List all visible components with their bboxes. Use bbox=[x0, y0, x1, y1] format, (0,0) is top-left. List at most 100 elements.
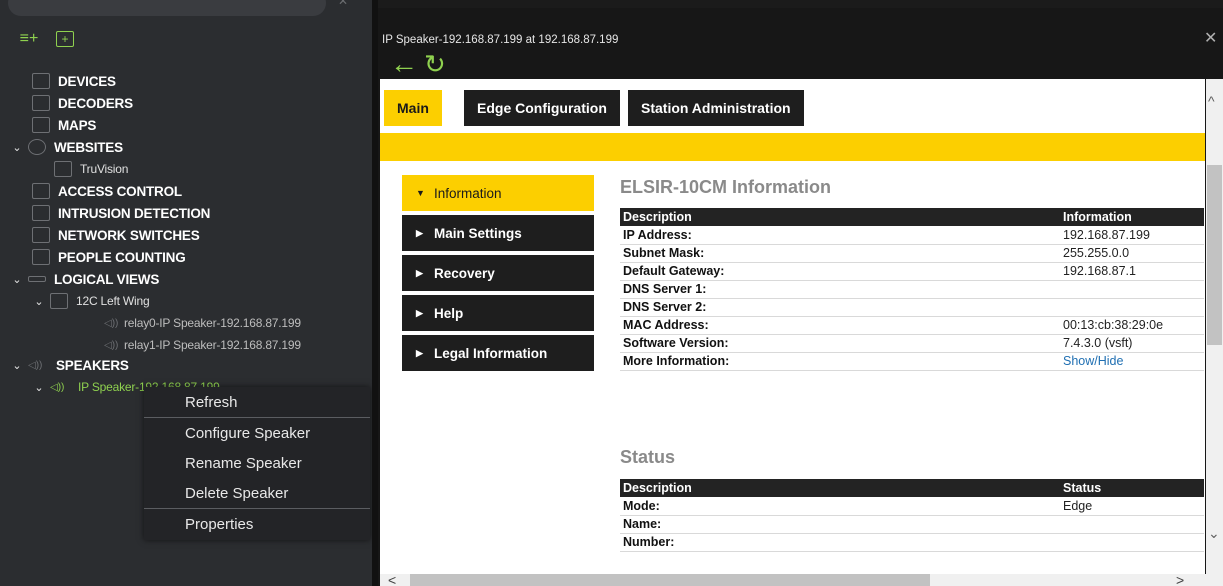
tab-main[interactable]: Main bbox=[384, 90, 442, 126]
cell-key: DNS Server 1: bbox=[620, 280, 1060, 299]
table-row: Name: bbox=[620, 515, 1204, 534]
scroll-left-icon[interactable]: < bbox=[388, 572, 396, 586]
tree-item-speakers[interactable]: ⌄ ◁)) SPEAKERS bbox=[10, 354, 128, 376]
add-folder-icon[interactable]: + bbox=[56, 31, 74, 47]
back-arrow-icon[interactable]: ← bbox=[390, 50, 418, 78]
cell-key: IP Address: bbox=[620, 226, 1060, 245]
side-item-information[interactable]: ▼ Information bbox=[402, 175, 594, 211]
refresh-icon[interactable]: ↻ bbox=[424, 50, 446, 78]
tree-item-maps[interactable]: MAPS bbox=[32, 114, 96, 136]
scroll-thumb[interactable] bbox=[1207, 165, 1222, 345]
decoders-icon bbox=[32, 95, 50, 111]
tree-item-relay0[interactable]: ◁)) relay0-IP Speaker-192.168.87.199 bbox=[104, 312, 301, 334]
cell-value: 255.255.0.0 bbox=[1060, 244, 1204, 263]
table-row: Software Version: 7.4.3.0 (vsft) bbox=[620, 334, 1204, 353]
side-item-label: Main Settings bbox=[434, 225, 522, 241]
tree-item-people-counting[interactable]: PEOPLE COUNTING bbox=[32, 246, 186, 268]
collapse-icon[interactable]: ✕ bbox=[338, 0, 348, 8]
scroll-down-icon[interactable]: ⌄ bbox=[1208, 525, 1220, 542]
header-cell: Description bbox=[620, 479, 1060, 497]
side-item-label: Help bbox=[434, 305, 464, 321]
table-row: DNS Server 1: bbox=[620, 280, 1204, 299]
tree-item-logical-views[interactable]: ⌄ LOGICAL VIEWS bbox=[10, 268, 159, 290]
cell-value: 00:13:cb:38:29:0e bbox=[1060, 316, 1204, 335]
menu-item-delete-speaker[interactable]: Delete Speaker bbox=[144, 478, 370, 508]
menu-item-rename-speaker[interactable]: Rename Speaker bbox=[144, 448, 370, 478]
table-row: Default Gateway: 192.168.87.1 bbox=[620, 262, 1204, 281]
folder-icon bbox=[50, 293, 68, 309]
speaker-web-page: Main Edge Configuration Station Administ… bbox=[380, 79, 1205, 574]
menu-item-refresh[interactable]: Refresh bbox=[144, 387, 370, 417]
tree-item-network-switches[interactable]: NETWORK SWITCHES bbox=[32, 224, 200, 246]
table-row: MAC Address: 00:13:cb:38:29:0e bbox=[620, 316, 1204, 335]
table-row: Number: bbox=[620, 533, 1204, 552]
tree-item-access-control[interactable]: ACCESS CONTROL bbox=[32, 180, 182, 202]
menu-item-configure-speaker[interactable]: Configure Speaker bbox=[144, 418, 370, 448]
side-item-label: Legal Information bbox=[434, 345, 548, 361]
tree-item-decoders[interactable]: DECODERS bbox=[32, 92, 133, 114]
tab-edge-configuration[interactable]: Edge Configuration bbox=[464, 90, 620, 126]
window-title: IP Speaker-192.168.87.199 at 192.168.87.… bbox=[382, 34, 619, 46]
table-header: Description Status bbox=[620, 479, 1204, 497]
speaker-icon: ◁)) bbox=[104, 317, 119, 329]
caret-down-icon: ▼ bbox=[416, 188, 425, 198]
device-tree-panel: ✕ ≡+ + DEVICES DECODERS MAPS ⌄ WEBSITES … bbox=[0, 0, 372, 586]
people-counting-icon bbox=[32, 249, 50, 265]
tree-item-label: PEOPLE COUNTING bbox=[58, 249, 186, 265]
chevron-down-icon[interactable]: ⌄ bbox=[10, 141, 24, 154]
header-cell: Description bbox=[620, 208, 1060, 226]
close-icon[interactable]: ✕ bbox=[1204, 28, 1217, 48]
globe-icon bbox=[28, 139, 46, 155]
table-header: Description Information bbox=[620, 208, 1204, 226]
side-item-label: Recovery bbox=[434, 265, 495, 281]
side-item-legal-information[interactable]: ▶ Legal Information bbox=[402, 335, 594, 371]
cell-value: Edge bbox=[1060, 497, 1204, 516]
tab-station-administration[interactable]: Station Administration bbox=[628, 90, 804, 126]
tree-item-12c-left-wing[interactable]: ⌄ 12C Left Wing bbox=[32, 290, 150, 312]
status-heading: Status bbox=[620, 447, 676, 467]
chevron-down-icon[interactable]: ⌄ bbox=[32, 295, 46, 308]
cell-value: 192.168.87.1 bbox=[1060, 262, 1204, 281]
add-list-icon[interactable]: ≡+ bbox=[14, 30, 44, 48]
scroll-thumb[interactable] bbox=[410, 574, 930, 586]
side-item-label: Information bbox=[434, 185, 502, 201]
chevron-down-icon[interactable]: ⌄ bbox=[32, 381, 46, 394]
table-row: IP Address: 192.168.87.199 bbox=[620, 226, 1204, 245]
intrusion-icon bbox=[32, 205, 50, 221]
cell-key: MAC Address: bbox=[620, 316, 1060, 335]
scroll-right-icon[interactable]: > bbox=[1176, 572, 1184, 586]
status-table: Description Status Mode: Edge Name: Numbe… bbox=[620, 479, 1204, 552]
show-hide-link[interactable]: Show/Hide bbox=[1060, 352, 1204, 371]
side-item-recovery[interactable]: ▶ Recovery bbox=[402, 255, 594, 291]
tree-item-label: WEBSITES bbox=[54, 139, 123, 155]
tree-item-devices[interactable]: DEVICES bbox=[32, 70, 116, 92]
cell-key: More Information: bbox=[620, 352, 1060, 371]
tree-item-intrusion-detection[interactable]: INTRUSION DETECTION bbox=[32, 202, 210, 224]
chevron-down-icon[interactable]: ⌄ bbox=[10, 273, 24, 286]
logical-view-icon bbox=[28, 276, 46, 282]
cell-value: 192.168.87.199 bbox=[1060, 226, 1204, 245]
side-item-main-settings[interactable]: ▶ Main Settings bbox=[402, 215, 594, 251]
cell-key: Default Gateway: bbox=[620, 262, 1060, 281]
access-control-icon bbox=[32, 183, 50, 199]
tree-item-label: INTRUSION DETECTION bbox=[58, 205, 211, 221]
search-bar[interactable] bbox=[8, 0, 326, 16]
caret-right-icon: ▶ bbox=[416, 267, 423, 278]
chevron-down-icon[interactable]: ⌄ bbox=[10, 359, 24, 372]
vertical-scrollbar[interactable]: ^ ⌄ bbox=[1206, 79, 1223, 574]
info-table: Description Information IP Address: 192.1… bbox=[620, 208, 1204, 371]
side-item-help[interactable]: ▶ Help bbox=[402, 295, 594, 331]
tree-item-truvision[interactable]: TruVision bbox=[54, 158, 128, 180]
tree-item-label: 12C Left Wing bbox=[76, 294, 150, 308]
horizontal-scrollbar[interactable]: < > bbox=[380, 572, 1223, 586]
cell-key: Software Version: bbox=[620, 334, 1060, 353]
menu-item-properties[interactable]: Properties bbox=[144, 509, 370, 539]
scroll-up-icon[interactable]: ^ bbox=[1208, 93, 1215, 109]
cell-key: DNS Server 2: bbox=[620, 298, 1060, 317]
tree-item-label: DEVICES bbox=[58, 73, 116, 89]
tree-item-websites[interactable]: ⌄ WEBSITES bbox=[10, 136, 123, 158]
tree-item-label: LOGICAL VIEWS bbox=[54, 271, 160, 287]
tree-item-label: NETWORK SWITCHES bbox=[58, 227, 200, 243]
caret-right-icon: ▶ bbox=[416, 227, 423, 238]
tree-item-relay1[interactable]: ◁)) relay1-IP Speaker-192.168.87.199 bbox=[104, 334, 301, 356]
